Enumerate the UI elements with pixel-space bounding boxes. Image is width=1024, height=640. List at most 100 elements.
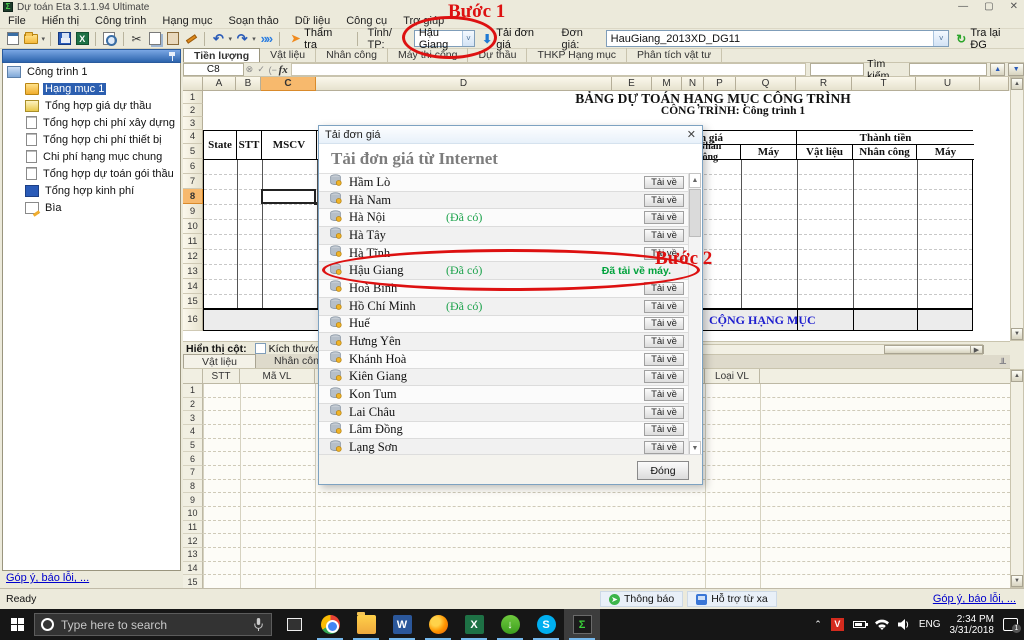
bottom-row-header-13[interactable]: 13 <box>183 548 203 562</box>
bottom-table-row[interactable] <box>203 575 1010 588</box>
save-button[interactable] <box>56 31 72 47</box>
tai-ve-button[interactable]: Tải về <box>644 353 684 366</box>
bottom-row-header-15[interactable]: 15 <box>183 575 203 588</box>
row-header-4[interactable]: 4 <box>183 130 203 144</box>
province-row-hoà-bình[interactable]: Hoà BìnhTải về <box>319 280 689 298</box>
download-price-button[interactable]: ⬇ Tải đơn giá <box>475 30 555 48</box>
volume-icon[interactable] <box>898 619 910 630</box>
taskbar-app-firefox[interactable] <box>420 609 456 640</box>
tai-ve-button[interactable]: Tải về <box>644 423 684 436</box>
tai-ve-button[interactable]: Tải về <box>644 229 684 242</box>
bottom-row-header-2[interactable]: 2 <box>183 398 203 412</box>
scroll-up-button[interactable]: ▲ <box>689 173 701 188</box>
column-header-U[interactable]: U <box>916 77 980 91</box>
undo-dropdown[interactable]: ▾ <box>229 35 233 43</box>
bottom-row-header-7[interactable]: 7 <box>183 466 203 480</box>
column-header-B[interactable]: B <box>236 77 261 91</box>
verify-button[interactable]: ➤ Thẩm tra <box>284 30 353 48</box>
bottom-row-header-1[interactable]: 1 <box>183 384 203 398</box>
copy-button[interactable] <box>147 31 163 47</box>
menu-item-5[interactable]: Soạn thảo <box>221 14 287 28</box>
tai-ve-button[interactable]: Tải về <box>644 317 684 330</box>
bottom-table-row[interactable] <box>203 562 1010 576</box>
dong-button[interactable]: Đóng <box>637 461 689 480</box>
column-header-E[interactable]: E <box>612 77 652 91</box>
scroll-up-button[interactable]: ▲ <box>1011 78 1023 90</box>
province-row-hưng-yên[interactable]: Hưng YênTải về <box>319 333 689 351</box>
row-header-9[interactable]: 9 <box>183 204 203 219</box>
selected-cell-C8[interactable] <box>261 189 316 204</box>
row-header-2[interactable]: 2 <box>183 104 203 117</box>
scroll-right-button[interactable]: ▶ <box>970 345 983 354</box>
tai-ve-button[interactable]: Tải về <box>644 388 684 401</box>
clock[interactable]: 2:34 PM 3/31/2018 <box>950 614 995 636</box>
taskbar-app-excel[interactable]: X <box>456 609 492 640</box>
task-view-button[interactable] <box>276 609 312 640</box>
province-row-kon-tum[interactable]: Kon TumTải về <box>319 386 689 404</box>
search-next-button[interactable]: ▼ <box>1008 63 1024 76</box>
sidebar-item-7[interactable]: Tổng hợp kinh phí <box>3 182 180 199</box>
new-project-button[interactable] <box>5 31 21 47</box>
dialog-scrollbar[interactable]: ▲ ▼ <box>688 173 701 456</box>
open-button[interactable] <box>23 31 39 47</box>
cancel-icon[interactable]: ⊗ <box>244 64 256 75</box>
column-header-C[interactable]: C <box>261 77 316 91</box>
taskbar-app-eta[interactable]: Σ <box>564 609 600 640</box>
tai-ve-button[interactable]: Tải về <box>644 335 684 348</box>
sidebar-item-8[interactable]: Bìa <box>3 199 180 216</box>
fx-icon[interactable]: fx <box>279 64 288 76</box>
bottom-row-header-12[interactable]: 12 <box>183 534 203 548</box>
bottom-table-row[interactable] <box>203 548 1010 562</box>
sidebar-item-4[interactable]: Tổng hợp chi phí thiết bị <box>3 131 180 148</box>
province-row-huế[interactable]: HuếTải về <box>319 316 689 334</box>
row-header-3[interactable]: 3 <box>183 117 203 130</box>
tree-root-cong-trinh-1[interactable]: Công trình 1 <box>3 63 180 80</box>
row-header-10[interactable]: 10 <box>183 219 203 234</box>
open-dropdown[interactable]: ▾ <box>41 35 45 43</box>
tai-ve-button[interactable]: Tải về <box>644 282 684 295</box>
column-header-corner[interactable] <box>980 77 1009 91</box>
export-excel-button[interactable]: X <box>74 31 90 47</box>
remote-support-status[interactable]: Hỗ trợ từ xa <box>687 591 777 607</box>
row-header-1[interactable]: 1 <box>183 91 203 104</box>
column-header-N[interactable]: N <box>682 77 704 91</box>
minimize-button[interactable]: — <box>958 1 968 12</box>
taskbar-app-skype[interactable]: S <box>528 609 564 640</box>
start-button[interactable] <box>0 609 34 640</box>
row-header-5[interactable]: 5 <box>183 144 203 159</box>
column-header-corner[interactable] <box>183 77 203 91</box>
province-row-lai-châu[interactable]: Lai ChâuTải về <box>319 404 689 422</box>
tray-expand-icon[interactable]: ⌃ <box>814 619 822 630</box>
bottom-row-header-3[interactable]: 3 <box>183 411 203 425</box>
bottom-row-header-10[interactable]: 10 <box>183 507 203 521</box>
row-header-8[interactable]: 8 <box>183 189 203 204</box>
paste-button[interactable] <box>165 31 181 47</box>
bottom-row-header-14[interactable]: 14 <box>183 562 203 576</box>
column-header-R[interactable]: R <box>796 77 852 91</box>
tai-ve-button[interactable]: Tải về <box>644 370 684 383</box>
pin-icon[interactable] <box>168 52 176 61</box>
column-header-D[interactable]: D <box>316 77 612 91</box>
price-combobox[interactable]: HauGiang_2013XD_DG11 ˅ <box>606 30 950 47</box>
maximize-button[interactable]: ▢ <box>984 1 993 12</box>
row-header-6[interactable]: 6 <box>183 159 203 174</box>
province-row-lâm-đồng[interactable]: Lâm ĐồngTải về <box>319 422 689 440</box>
antivirus-tray-icon[interactable]: V <box>831 618 844 631</box>
sidebar-header[interactable] <box>2 49 181 63</box>
sidebar-item-1[interactable]: Hạng mục 1 <box>3 80 180 97</box>
province-row-khánh-hoà[interactable]: Khánh HoàTải về <box>319 351 689 369</box>
checkbox-kich-thuoc[interactable] <box>255 343 266 354</box>
row-header-13[interactable]: 13 <box>183 264 203 279</box>
row-header-16[interactable]: 16 <box>183 309 203 331</box>
cell-reference-box[interactable]: C8 <box>183 63 244 76</box>
tai-ve-button[interactable]: Tải về <box>644 300 684 313</box>
column-header-M[interactable]: M <box>652 77 682 91</box>
province-row-hồ-chí-minh[interactable]: Hồ Chí Minh(Đã có)Tải về <box>319 298 689 316</box>
dialog-title-bar[interactable]: Tải đơn giá ✕ <box>319 126 702 144</box>
taskbar-app-idm[interactable]: ↓ <box>492 609 528 640</box>
bottom-tab-vật-liệu[interactable]: Vật liệu <box>183 354 256 368</box>
tab-phân-tích-vật-tư[interactable]: Phân tích vật tư <box>627 48 722 62</box>
tab-dự-thầu[interactable]: Dự thầu <box>468 48 527 62</box>
tab-vật-liệu[interactable]: Vật liệu <box>260 48 316 62</box>
row-header-7[interactable]: 7 <box>183 174 203 189</box>
